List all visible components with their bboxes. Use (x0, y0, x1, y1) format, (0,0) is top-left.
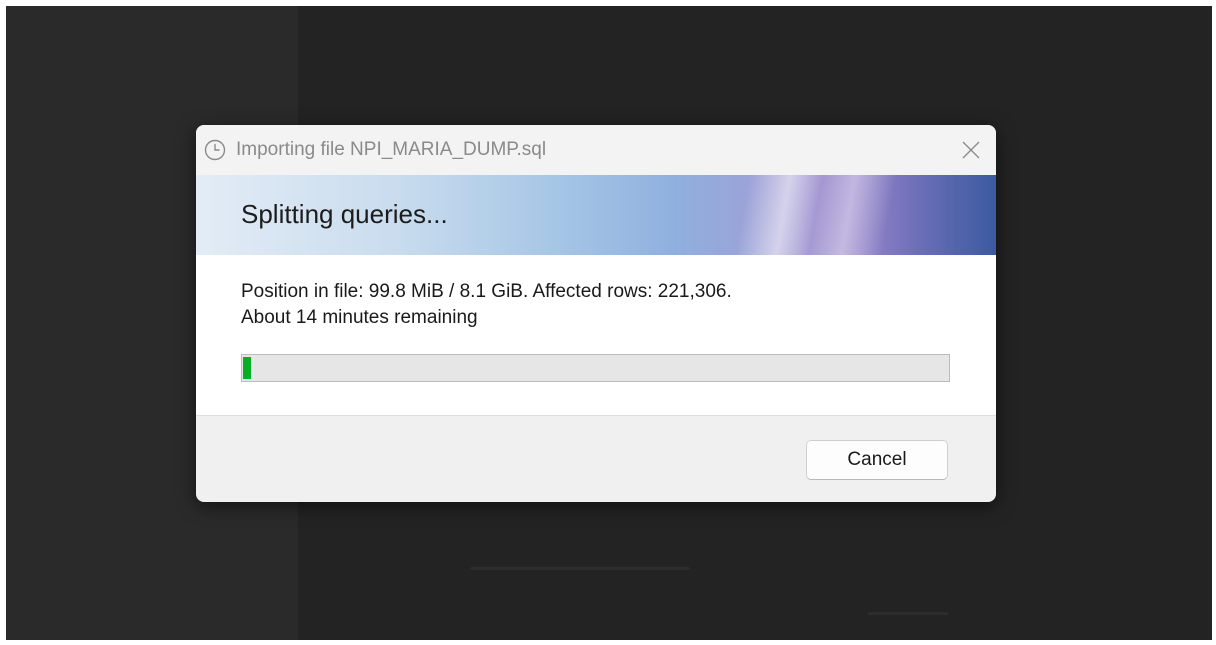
position-status-text: Position in file: 99.8 MiB / 8.1 GiB. Af… (241, 281, 732, 302)
dialog-titlebar[interactable]: Importing file NPI_MARIA_DUMP.sql (196, 125, 996, 175)
progress-bar (241, 354, 950, 382)
desktop-background: Importing file NPI_MARIA_DUMP.sql Splitt… (6, 6, 1212, 640)
background-line (470, 567, 690, 570)
clock-icon (204, 139, 226, 161)
background-line (868, 612, 948, 615)
dialog-content: Position in file: 99.8 MiB / 8.1 GiB. Af… (196, 255, 996, 416)
progress-bar-fill (243, 357, 251, 379)
dialog-title: Importing file NPI_MARIA_DUMP.sql (236, 139, 547, 160)
operation-heading: Splitting queries... (241, 199, 448, 229)
import-progress-dialog: Importing file NPI_MARIA_DUMP.sql Splitt… (196, 125, 996, 502)
close-button[interactable] (946, 125, 996, 175)
cancel-button[interactable]: Cancel (806, 440, 948, 480)
time-remaining-text: About 14 minutes remaining (241, 307, 478, 328)
dialog-banner: Splitting queries... (196, 175, 996, 255)
